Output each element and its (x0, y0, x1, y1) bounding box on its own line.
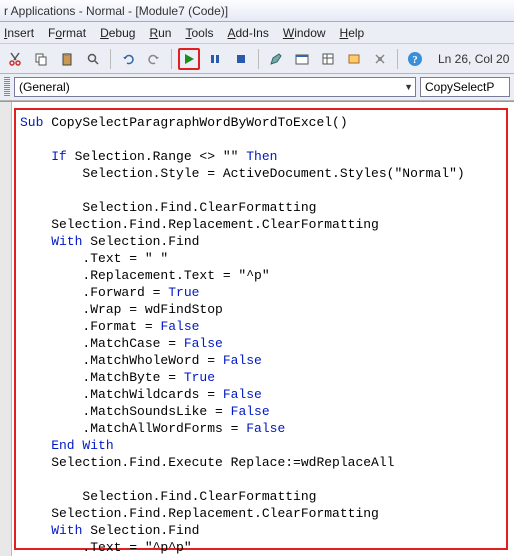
menu-addins[interactable]: Add-Ins (227, 26, 268, 40)
toolbar-separator (171, 49, 172, 69)
svg-text:?: ? (412, 54, 418, 66)
procedure-dropdown-value: CopySelectP (425, 80, 494, 94)
undo-button[interactable] (117, 48, 139, 70)
code-content[interactable]: Sub CopySelectParagraphWordByWordToExcel… (20, 114, 504, 556)
code-gutter (0, 102, 12, 556)
menu-run[interactable]: Run (149, 26, 171, 40)
menu-format[interactable]: Foormatrmat (48, 26, 86, 40)
grip-handle[interactable] (4, 77, 10, 97)
toolbar: ? Ln 26, Col 20 (0, 44, 514, 74)
object-dropdown-value: (General) (19, 80, 70, 94)
find-button[interactable] (82, 48, 104, 70)
procedure-dropdown[interactable]: CopySelectP (420, 77, 510, 97)
menu-tools[interactable]: Tools (185, 26, 213, 40)
toolbar-separator (397, 49, 398, 69)
help-button[interactable]: ? (404, 48, 426, 70)
run-button[interactable] (178, 48, 200, 70)
cut-button[interactable] (4, 48, 26, 70)
reset-button[interactable] (230, 48, 252, 70)
chevron-down-icon: ▼ (404, 82, 413, 92)
toolbox-button[interactable] (369, 48, 391, 70)
menu-help[interactable]: Help (340, 26, 365, 40)
dropdown-row: (General) ▼ CopySelectP (0, 74, 514, 101)
menu-debug[interactable]: Debug (100, 26, 135, 40)
cursor-position: Ln 26, Col 20 (438, 52, 509, 66)
toolbar-separator (258, 49, 259, 69)
menu-window[interactable]: Window (283, 26, 326, 40)
paste-button[interactable] (56, 48, 78, 70)
window-title: r Applications - Normal - [Module7 (Code… (0, 0, 514, 22)
menu-bar: Insert Foormatrmat Debug Run Tools Add-I… (0, 22, 514, 44)
code-editor[interactable]: Sub CopySelectParagraphWordByWordToExcel… (0, 101, 514, 556)
menu-insert[interactable]: Insert (4, 26, 34, 40)
break-button[interactable] (204, 48, 226, 70)
project-explorer-button[interactable] (291, 48, 313, 70)
properties-button[interactable] (317, 48, 339, 70)
object-dropdown[interactable]: (General) ▼ (14, 77, 416, 97)
design-mode-button[interactable] (265, 48, 287, 70)
object-browser-button[interactable] (343, 48, 365, 70)
copy-button[interactable] (30, 48, 52, 70)
toolbar-separator (110, 49, 111, 69)
redo-button[interactable] (143, 48, 165, 70)
